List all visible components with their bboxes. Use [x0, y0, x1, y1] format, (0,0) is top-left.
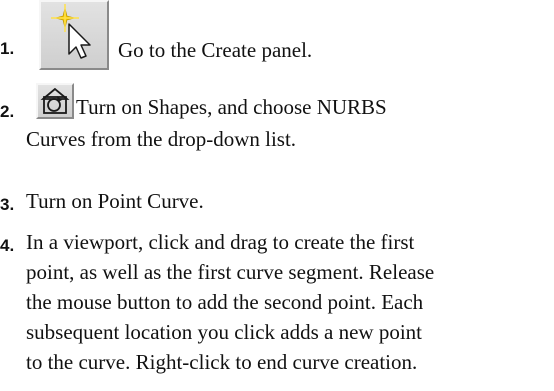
step-4-text: In a viewport, click and drag to create … [26, 227, 434, 377]
step-4-line-1: In a viewport, click and drag to create … [26, 230, 415, 254]
step-2-line-1: Turn on Shapes, and choose NURBS [76, 95, 387, 119]
shapes-glyph [40, 87, 70, 114]
create-panel-arrow-icon [39, 0, 109, 70]
step-1: 1. Go to the Create panel. [0, 0, 554, 70]
step-1-line-1: Go to the Create panel. [118, 38, 313, 62]
step-2-text-cont: Curves from the drop-down list. [26, 124, 296, 154]
step-number: 2. [0, 102, 15, 121]
step-4-line-2: point, as well as the first curve segmen… [26, 260, 435, 284]
step-1-text: Go to the Create panel. [118, 35, 312, 65]
step-2-line-2: Curves from the drop-down list. [26, 127, 297, 151]
step-3-text: Turn on Point Curve. [26, 186, 204, 216]
step-4-line-3: the mouse button to add the second point… [26, 290, 424, 314]
step-number: 3. [0, 195, 15, 214]
step-4-line-4: subsequent location you click adds a new… [26, 320, 422, 344]
step-3-line-1: Turn on Point Curve. [26, 189, 204, 213]
step-3: 3. Turn on Point Curve. [0, 186, 554, 222]
shapes-icon [36, 83, 74, 119]
step-number: 4. [0, 236, 15, 255]
step-number: 1. [0, 39, 15, 58]
create-panel-arrow-glyph [51, 4, 91, 59]
step-4-line-5: to the curve. Right-click to end curve c… [26, 350, 418, 374]
step-4: 4. In a viewport, click and drag to crea… [0, 227, 554, 391]
step-2: 2. Turn on Shapes, and choose NURBS Curv… [0, 83, 554, 173]
step-2-text: Turn on Shapes, and choose NURBS [76, 92, 387, 122]
